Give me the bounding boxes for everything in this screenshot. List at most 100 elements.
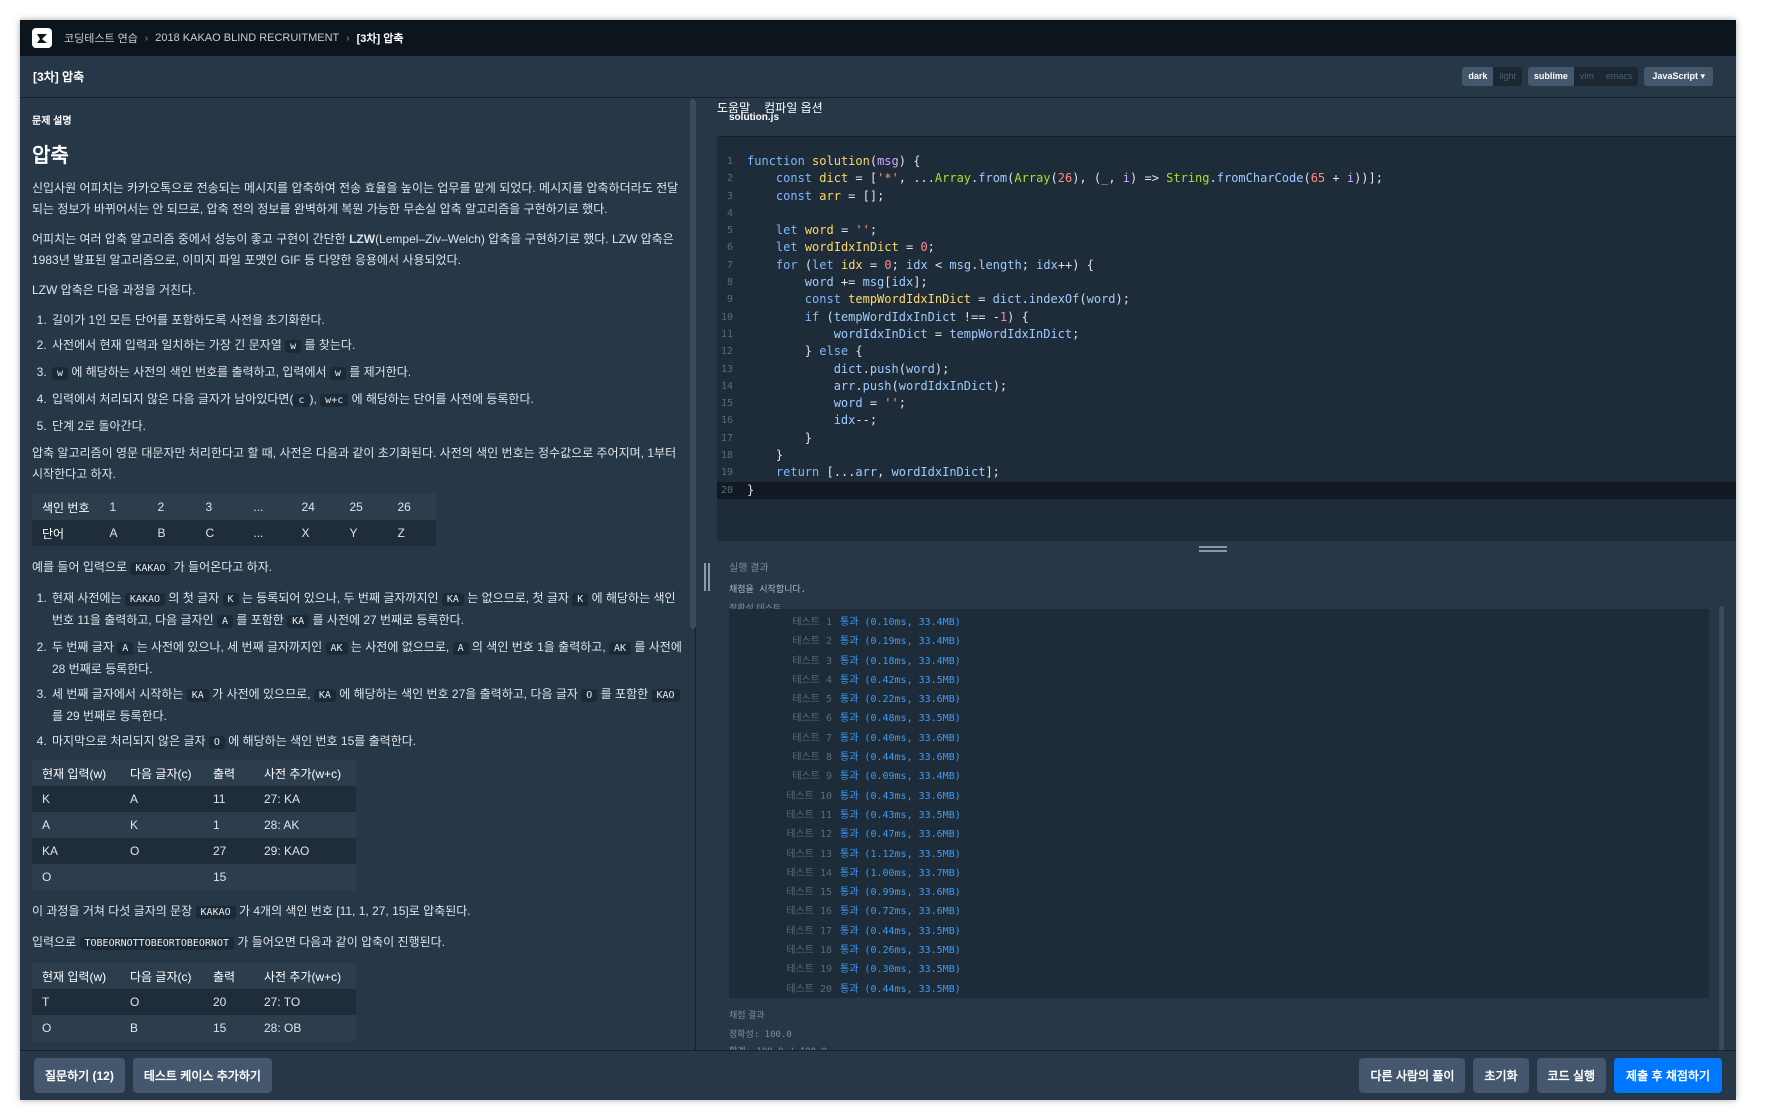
file-tab[interactable]: solution.js [717, 99, 1736, 137]
text-span: 입력으로 [32, 935, 80, 949]
theme-toggle: dark light [1462, 67, 1522, 86]
text-span: 에 해당하는 사전의 색인 번호를 출력하고, 입력에서 [68, 365, 330, 379]
theme-light-option[interactable]: light [1493, 67, 1522, 86]
inline-code: c [293, 394, 310, 407]
table-cell: 현재 입력(w) [32, 760, 120, 786]
test-result: 통과 (0.72ms, 33.6MB) [840, 906, 961, 918]
inline-code: w [52, 367, 69, 380]
test-name: 테스트 16 [786, 906, 832, 918]
programmers-logo-icon[interactable] [32, 28, 52, 48]
keymap-emacs-option[interactable]: emacs [1600, 67, 1639, 86]
table-row: 현재 입력(w) 다음 글자(c) 출력 사전 추가(w+c) [32, 963, 356, 989]
text-span: 는 사전에 있으나, 세 번째 글자까지인 [133, 640, 326, 654]
test-result-row: 테스트 4 통과 (0.42ms, 33.5MB) [729, 671, 1709, 690]
table-cell: 3 [195, 494, 244, 520]
problem-paragraph-4: 압축 알고리즘이 영문 대문자만 처리한다고 할 때, 사전은 다음과 같이 초… [32, 446, 677, 481]
results-panel: 채점을 시작합니다. 정확성 테스트 테스트 1 통과 (0.10ms, 33.4… [717, 580, 1736, 1076]
code-line: 11 wordIdxInDict = tempWordIdxInDict; [717, 326, 1736, 343]
inline-code: w [329, 367, 346, 380]
line-number: 16 [720, 415, 733, 427]
inline-code: A [117, 642, 134, 655]
pane-resize-handle[interactable] [704, 563, 710, 591]
tobeornot-process-table: 현재 입력(w) 다음 글자(c) 출력 사전 추가(w+c) T O 20 2… [32, 963, 356, 1041]
text-span: 가 들어온다고 하자. [170, 560, 273, 574]
test-result: 통과 (0.43ms, 33.5MB) [840, 809, 961, 821]
breadcrumb-current: [3차] 압축 [356, 33, 404, 45]
table-cell: 1 [99, 494, 148, 520]
code-text: word = ''; [833, 396, 906, 411]
test-result: 통과 (0.10ms, 33.4MB) [840, 617, 961, 628]
breadcrumb-practice[interactable]: 코딩테스트 연습 [64, 30, 138, 46]
test-name: 테스트 6 [792, 713, 832, 725]
table-cell: O [120, 989, 203, 1015]
table-cell: A [32, 812, 120, 838]
ask-question-button[interactable]: 질문하기 (12) [34, 1058, 125, 1093]
inline-code: K [572, 593, 589, 606]
table-cell: 27: KA [254, 786, 356, 812]
submit-button[interactable]: 제출 후 채점하기 [1614, 1058, 1722, 1093]
others-solutions-button[interactable]: 다른 사람의 풀이 [1359, 1058, 1466, 1093]
list-item: 마지막으로 처리되지 않은 글자 O 에 해당하는 색인 번호 15를 출력한다… [50, 731, 683, 753]
reset-button[interactable]: 초기화 [1473, 1058, 1529, 1093]
keymap-sublime-option[interactable]: sublime [1527, 67, 1574, 86]
table-cell: ... [243, 520, 292, 546]
list-item: 길이가 1인 모든 단어를 포함하도록 사전을 초기화한다. [50, 310, 683, 330]
code-line: 1 function solution(msg) { [717, 153, 1736, 170]
problem-paragraph-1: 신입사원 어피치는 카카오톡으로 전송되는 메시지를 압축하여 전송 효율을 높… [32, 181, 679, 216]
test-result: 통과 (0.18ms, 33.4MB) [840, 655, 961, 667]
code-text: let wordIdxInDict = 0; [775, 240, 935, 255]
accuracy-score: 정확성: 100.0 [729, 1030, 792, 1040]
table-row: O B 15 28: OB [32, 1015, 356, 1041]
inline-code: KAKAO [195, 906, 236, 919]
test-result: 통과 (0.30ms, 33.5MB) [840, 964, 961, 976]
language-select[interactable]: JavaScript ▾ [1644, 67, 1713, 86]
table-cell: K [32, 786, 120, 812]
text-span: 를 사전에 27 번째로 등록한다. [309, 613, 464, 627]
table-cell: 사전 추가(w+c) [254, 760, 356, 786]
run-code-button[interactable]: 코드 실행 [1536, 1058, 1607, 1093]
list-item: 두 번째 글자 A 는 사전에 있으나, 세 번째 글자까지인 AK 는 사전에… [50, 637, 683, 679]
inline-code: KA [441, 593, 464, 606]
code-line: 4 [717, 205, 1736, 222]
line-number: 13 [720, 363, 733, 375]
add-testcase-button[interactable]: 테스트 케이스 추가하기 [132, 1058, 272, 1093]
inline-code: w [285, 340, 302, 353]
list-item: 세 번째 글자에서 시작하는 KA 가 사전에 있으므로, KA 에 해당하는 … [50, 684, 683, 726]
inline-code: TOBEORNOTTOBEORTOBEORNOT [79, 937, 234, 950]
test-result: 통과 (0.43ms, 33.6MB) [840, 790, 961, 802]
table-cell: KA [32, 838, 120, 864]
code-text: const tempWordIdxInDict = dict.indexOf(w… [804, 292, 1130, 307]
table-row: 색인 번호 1 2 3 ... 24 25 26 [32, 494, 436, 520]
theme-dark-option[interactable]: dark [1462, 67, 1494, 86]
panel-resize-handle[interactable] [1199, 546, 1227, 552]
test-result-row: 테스트 6 통과 (0.48ms, 33.5MB) [729, 709, 1709, 728]
test-name: 테스트 2 [792, 636, 832, 648]
description-scrollbar[interactable] [690, 99, 696, 629]
problem-paragraph-5: 예를 들어 입력으로 KAKAO 가 들어온다고 하자. [32, 557, 683, 579]
keymap-vim-option[interactable]: vim [1574, 67, 1600, 86]
chevron-right-icon: › [346, 32, 350, 44]
table-cell [120, 864, 203, 890]
problem-description-pane: 문제 설명 압축 신입사원 어피치는 카카오톡으로 전송되는 메시지를 압축하여… [20, 99, 696, 1050]
table-cell: X [291, 520, 340, 546]
language-select-value: JavaScript [1652, 71, 1698, 81]
results-scrollbar[interactable] [1719, 606, 1724, 1076]
line-number: 15 [720, 398, 733, 410]
code-text: for (let idx = 0; idx < msg.length; idx+… [775, 257, 1094, 272]
breadcrumb-kakao[interactable]: 2018 KAKAO BLIND RECRUITMENT [155, 32, 339, 44]
list-item: w 에 해당하는 사전의 색인 번호를 출력하고, 입력에서 w 를 제거한다. [50, 362, 683, 384]
algorithm-steps-list: 길이가 1인 모든 단어를 포함하도록 사전을 초기화한다. 사전에서 현재 입… [50, 310, 683, 436]
page-title: [3차] 압축 [33, 70, 85, 84]
text-span: 이 과정을 거쳐 다섯 글자의 문장 [32, 904, 196, 918]
inline-code: w+c [320, 394, 349, 407]
test-result-row: 테스트 1 통과 (0.10ms, 33.4MB) [729, 613, 1709, 632]
code-text: } [747, 448, 784, 463]
code-line: 15 word = ''; [717, 395, 1736, 412]
text-span: 가 4개의 색인 번호 [11, 1, 27, 15]로 압축된다. [235, 904, 471, 918]
test-result-row: 테스트 3 통과 (0.18ms, 33.4MB) [729, 652, 1709, 671]
text-span: 에 해당하는 단어를 사전에 등록한다. [348, 392, 534, 406]
code-editor[interactable]: 1 function solution(msg) { 2 const dict =… [717, 137, 1736, 541]
code-line: 10 if (tempWordIdxInDict !== -1) { [717, 309, 1736, 326]
code-text: wordIdxInDict = tempWordIdxInDict; [833, 326, 1080, 341]
list-item: 사전에서 현재 입력과 일치하는 가장 긴 문자열 w 를 찾는다. [50, 335, 683, 357]
